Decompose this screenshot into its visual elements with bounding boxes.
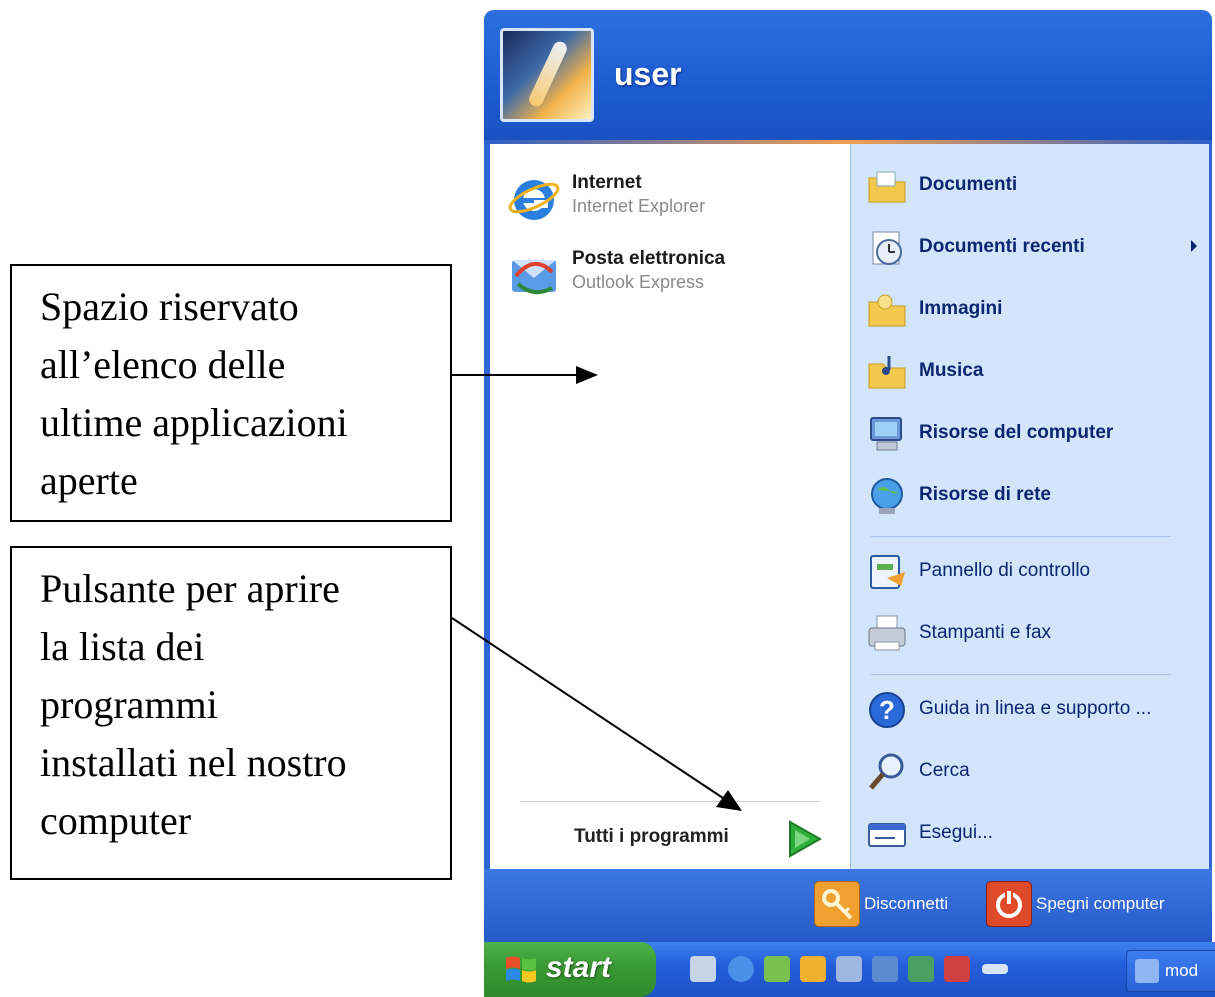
arrowhead <box>716 790 742 811</box>
annotation-arrows <box>451 366 742 811</box>
arrowhead <box>576 366 598 384</box>
arrow-line <box>451 617 727 801</box>
